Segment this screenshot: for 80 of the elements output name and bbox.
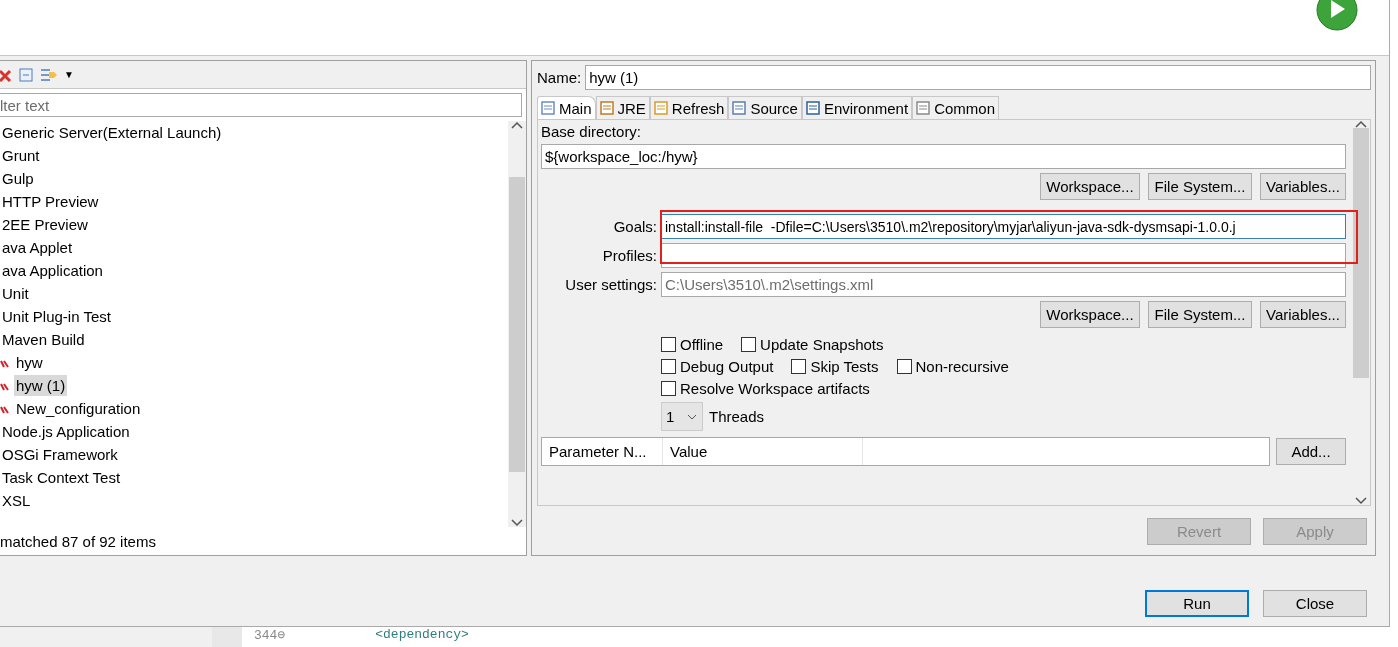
tab-icon bbox=[805, 101, 820, 115]
tree-item[interactable]: hyw bbox=[14, 352, 45, 373]
tree-item[interactable]: Generic Server(External Launch) bbox=[0, 122, 224, 143]
tab-icon bbox=[653, 101, 668, 115]
scrollbar[interactable] bbox=[1352, 120, 1370, 505]
profiles-label: Profiles: bbox=[601, 247, 657, 264]
checkbox-label: Debug Output bbox=[680, 358, 774, 375]
tab[interactable]: Refresh bbox=[649, 96, 729, 119]
scroll-up-icon[interactable] bbox=[1355, 120, 1367, 128]
profiles-field[interactable] bbox=[661, 243, 1346, 268]
delete-icon[interactable] bbox=[0, 67, 12, 82]
checkbox-label: Resolve Workspace artifacts bbox=[680, 380, 870, 397]
tree-item[interactable]: Gulp bbox=[0, 168, 36, 189]
tab-icon bbox=[732, 101, 747, 115]
browse-button[interactable]: Variables... bbox=[1260, 301, 1346, 328]
goals-label: Goals: bbox=[612, 218, 657, 235]
tree-item[interactable]: Unit Plug-in Test bbox=[0, 306, 113, 327]
user-settings-field[interactable]: C:\Users\3510\.m2\settings.xml bbox=[661, 272, 1346, 297]
tree-item[interactable]: Task Context Test bbox=[0, 467, 123, 488]
scrollbar[interactable] bbox=[508, 121, 526, 527]
checkbox[interactable] bbox=[791, 359, 807, 374]
tree-item[interactable]: ava Applet bbox=[0, 237, 75, 258]
tab[interactable]: Common bbox=[912, 96, 999, 119]
line-number: 344⊖ bbox=[254, 627, 286, 643]
menu-caret[interactable]: ▼ bbox=[64, 69, 74, 80]
checkbox[interactable] bbox=[741, 337, 757, 352]
tab-icon bbox=[599, 101, 614, 115]
dialog-button[interactable]: Run bbox=[1145, 589, 1249, 617]
checkbox[interactable] bbox=[661, 337, 676, 352]
checkbox[interactable] bbox=[896, 359, 912, 374]
filter-icon[interactable] bbox=[40, 66, 58, 83]
tree-item[interactable]: 2EE Preview bbox=[0, 214, 90, 235]
tree-item[interactable]: New_configuration bbox=[14, 398, 143, 419]
tab[interactable]: JRE bbox=[595, 96, 650, 119]
code-line: <dependency> bbox=[375, 627, 469, 642]
tab[interactable]: Main bbox=[537, 96, 596, 119]
match-status: matched 87 of 92 items bbox=[0, 531, 157, 552]
checkbox-label: Offline bbox=[680, 336, 724, 353]
dialog-button[interactable]: Close bbox=[1263, 589, 1367, 617]
tree-item[interactable]: Node.js Application bbox=[0, 421, 132, 442]
name-field[interactable]: hyw (1) bbox=[585, 65, 1371, 90]
scrollbar-thumb[interactable] bbox=[1353, 128, 1369, 378]
tree-item[interactable]: Unit bbox=[0, 283, 31, 304]
scrollbar-thumb[interactable] bbox=[509, 176, 525, 472]
column-header[interactable]: Value bbox=[663, 438, 863, 465]
scroll-down-icon[interactable] bbox=[511, 519, 523, 527]
tree-item[interactable]: OSGi Framework bbox=[0, 444, 120, 465]
threads-label: Threads bbox=[709, 408, 765, 425]
browse-button[interactable]: Workspace... bbox=[1040, 301, 1140, 328]
tree-item[interactable]: Maven Build bbox=[0, 329, 87, 350]
user-settings-label: User settings: bbox=[564, 276, 657, 293]
browse-button[interactable]: Variables... bbox=[1260, 173, 1346, 200]
add-button[interactable]: Add... bbox=[1276, 438, 1346, 465]
filter-field[interactable]: lter text bbox=[0, 93, 522, 117]
scroll-up-icon[interactable] bbox=[511, 121, 523, 129]
base-directory-field[interactable]: ${workspace_loc:/hyw} bbox=[541, 144, 1346, 169]
goals-field[interactable]: install:install-file -Dfile=C:\Users\3510\.m2\repository\myjar\aliyun-java-sdk-dysmsapi-1.0.0.j bbox=[661, 214, 1346, 239]
base-directory-label: Base directory: bbox=[541, 123, 643, 140]
checkbox-label: Skip Tests bbox=[810, 358, 879, 375]
checkbox[interactable] bbox=[661, 381, 676, 396]
tree-item[interactable]: ava Application bbox=[0, 260, 105, 281]
tree-item[interactable]: XSL bbox=[0, 490, 33, 511]
tab-icon bbox=[541, 101, 555, 115]
column-header[interactable]: Parameter N... bbox=[542, 438, 663, 465]
tab[interactable]: Source bbox=[728, 96, 802, 119]
browse-button[interactable]: File System... bbox=[1148, 301, 1252, 328]
threads-dropdown[interactable]: 1 bbox=[661, 402, 703, 431]
tab[interactable]: Environment bbox=[801, 96, 913, 119]
checkbox[interactable] bbox=[661, 359, 676, 374]
tree-item[interactable]: Grunt bbox=[0, 145, 42, 166]
scroll-down-icon[interactable] bbox=[1355, 497, 1367, 505]
checkbox-label: Non-recursive bbox=[915, 358, 1009, 375]
checkbox-label: Update Snapshots bbox=[760, 336, 884, 353]
tab-icon bbox=[916, 101, 931, 115]
tree-item[interactable]: hyw (1) bbox=[14, 375, 68, 396]
chevron-down-icon bbox=[687, 413, 697, 420]
tree-item[interactable]: HTTP Preview bbox=[0, 191, 101, 212]
browse-button[interactable]: File System... bbox=[1148, 173, 1252, 200]
browse-button[interactable]: Workspace... bbox=[1040, 173, 1140, 200]
name-label: Name: bbox=[537, 69, 582, 86]
